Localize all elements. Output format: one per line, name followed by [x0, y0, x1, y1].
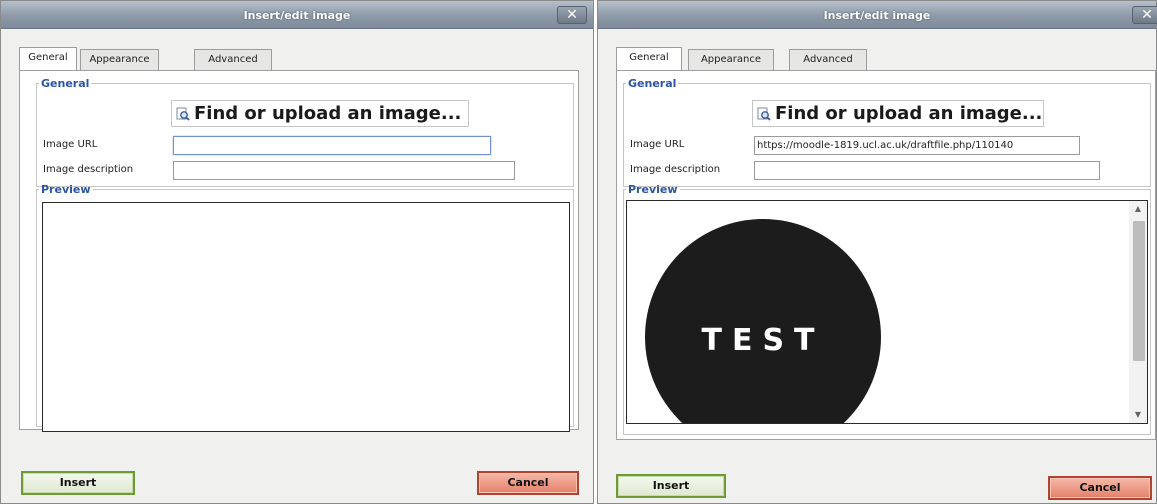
image-description-label: Image description [630, 164, 721, 175]
preview-legend: Preview [628, 183, 678, 196]
preview-scrollbar[interactable]: ▲ ▼ [1129, 201, 1147, 423]
general-fieldset: General Find or upload an image... Image… [36, 77, 574, 187]
dialog-titlebar[interactable]: Insert/edit image ✕ [598, 1, 1157, 29]
preview-image-circle: TEST [645, 219, 881, 423]
preview-legend: Preview [41, 183, 91, 196]
tab-advanced[interactable]: Advanced [194, 49, 272, 70]
insert-button[interactable]: Insert [21, 471, 135, 495]
tab-panel: General Find or upload an image... Image… [19, 70, 579, 432]
scroll-up-arrow-icon[interactable]: ▲ [1129, 201, 1147, 217]
find-upload-label: Find or upload an image... [775, 103, 1043, 124]
tab-panel: General Find or upload an image... Image… [616, 70, 1156, 440]
general-legend: General [41, 77, 90, 90]
image-url-input[interactable]: https://moodle-1819.ucl.ac.uk/draftfile.… [754, 136, 1080, 155]
preview-area [42, 202, 570, 432]
find-upload-button[interactable]: Find or upload an image... [752, 100, 1044, 127]
tab-general[interactable]: General [616, 47, 682, 72]
preview-fieldset: Preview TEST ▲ ▼ [623, 183, 1151, 435]
tab-appearance[interactable]: Appearance [80, 49, 159, 70]
insert-button[interactable]: Insert [616, 474, 726, 498]
find-upload-label: Find or upload an image... [194, 103, 462, 124]
dialog-title: Insert/edit image [823, 9, 931, 22]
preview-fieldset: Preview [36, 183, 574, 432]
preview-image-text: TEST [701, 323, 825, 358]
close-icon[interactable]: ✕ [557, 6, 587, 24]
image-url-input[interactable] [173, 136, 491, 155]
image-description-label: Image description [43, 164, 134, 175]
image-description-input[interactable] [173, 161, 515, 180]
magnifier-icon [757, 107, 771, 121]
tab-general[interactable]: General [19, 47, 77, 72]
insert-image-dialog-empty: Insert/edit image ✕ General Appearance A… [0, 0, 594, 504]
tab-appearance[interactable]: Appearance [688, 49, 774, 70]
image-url-label: Image URL [43, 139, 98, 150]
cancel-button[interactable]: Cancel [1048, 476, 1152, 500]
insert-image-dialog-filled: Insert/edit image ✕ General Appearance A… [597, 0, 1157, 504]
dialog-title: Insert/edit image [243, 9, 351, 22]
general-fieldset: General Find or upload an image... Image… [623, 77, 1151, 187]
preview-area: TEST ▲ ▼ [626, 200, 1148, 424]
general-legend: General [628, 77, 677, 90]
scroll-thumb[interactable] [1133, 221, 1145, 361]
image-description-input[interactable] [754, 161, 1100, 180]
find-upload-button[interactable]: Find or upload an image... [171, 100, 469, 127]
tab-advanced[interactable]: Advanced [789, 49, 867, 70]
scroll-down-arrow-icon[interactable]: ▼ [1129, 407, 1147, 423]
close-icon[interactable]: ✕ [1132, 6, 1157, 24]
cancel-button[interactable]: Cancel [477, 471, 579, 495]
image-url-label: Image URL [630, 139, 685, 150]
magnifier-icon [176, 107, 190, 121]
dialog-titlebar[interactable]: Insert/edit image ✕ [1, 1, 593, 29]
